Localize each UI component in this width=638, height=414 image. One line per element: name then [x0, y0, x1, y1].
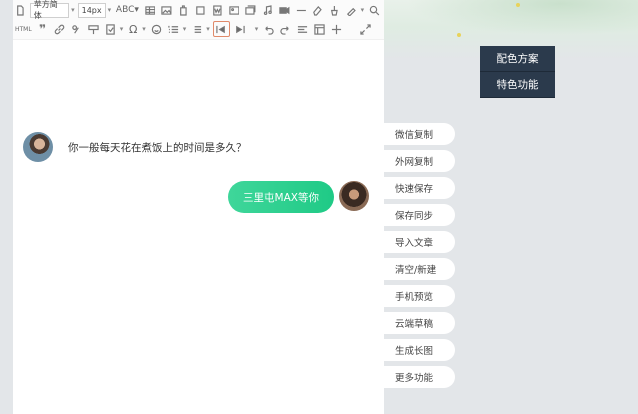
quote-icon[interactable]: ❞ — [36, 21, 50, 37]
abc-label: ABC — [115, 5, 135, 15]
toolbar-row-1: 苹方简体 ▾ 14px ▾ ABC ▾ ▾ — [13, 0, 384, 20]
chevron-down-icon[interactable]: ▾ — [71, 6, 75, 14]
brush-icon[interactable] — [327, 2, 342, 18]
chat-answer-bubble: 三里屯MAX等你 — [228, 181, 334, 213]
gallery-icon[interactable] — [243, 2, 258, 18]
clear-new-button[interactable]: 清空/新建 — [384, 258, 455, 280]
chevron-down-icon[interactable]: ▾ — [142, 25, 146, 33]
import-article-button[interactable]: 导入文章 — [384, 231, 455, 253]
fullscreen-icon[interactable] — [358, 21, 373, 37]
move-icon[interactable] — [329, 21, 344, 37]
more-features-button[interactable]: 更多功能 — [384, 366, 455, 388]
scheme-panel: 配色方案 特色功能 — [480, 46, 555, 98]
editor-panel[interactable]: 苹方简体 ▾ 14px ▾ ABC ▾ ▾ HTML ❞ ▾ Ω ▾ ▾ ▾ ▾… — [13, 0, 384, 414]
external-copy-button[interactable]: 外网复制 — [384, 150, 455, 172]
layout-icon[interactable] — [312, 21, 327, 37]
html-label: HTML — [15, 25, 32, 33]
new-document-icon[interactable] — [13, 2, 28, 18]
horizontal-rule-icon[interactable] — [294, 2, 309, 18]
chevron-down-icon[interactable]: ▾ — [120, 25, 124, 33]
editor-toolbar: 苹方简体 ▾ 14px ▾ ABC ▾ ▾ HTML ❞ ▾ Ω ▾ ▾ ▾ ▾ — [13, 0, 384, 40]
toolbar-row-2: HTML ❞ ▾ Ω ▾ ▾ ▾ ▾ — [13, 20, 375, 38]
chat-preview: 你一般每天花在煮饭上的时间是多久？ 三里屯MAX等你 — [13, 40, 384, 414]
mobile-preview-button[interactable]: 手机预览 — [384, 285, 455, 307]
font-family-select[interactable]: 苹方简体 — [29, 0, 70, 20]
source-code-button[interactable]: HTML — [13, 21, 34, 37]
emoji-icon[interactable] — [149, 21, 164, 37]
special-features-button[interactable]: 特色功能 — [480, 72, 555, 98]
music-icon[interactable] — [260, 2, 275, 18]
picture-icon[interactable] — [227, 2, 242, 18]
wechat-copy-button[interactable]: 微信复制 — [384, 123, 455, 145]
avatar — [23, 132, 53, 162]
font-size-select[interactable]: 14px — [77, 2, 106, 18]
unordered-list-icon[interactable] — [189, 21, 204, 37]
sticker-icon[interactable] — [193, 2, 208, 18]
chevron-down-icon[interactable]: ▾ — [183, 25, 187, 33]
spellcheck-button[interactable]: ABC ▾ — [114, 2, 141, 18]
indent-left-icon[interactable] — [212, 21, 230, 37]
link-icon[interactable] — [52, 21, 67, 37]
undo-icon[interactable] — [261, 21, 276, 37]
left-gutter — [0, 0, 13, 414]
align-icon[interactable] — [295, 21, 310, 37]
avatar — [339, 181, 369, 211]
table-icon[interactable] — [143, 2, 158, 18]
side-menu: 微信复制 外网复制 快速保存 保存同步 导入文章 清空/新建 手机预览 云端草稿… — [384, 123, 455, 393]
chat-question: 你一般每天花在煮饭上的时间是多久？ — [68, 142, 247, 154]
format-painter-icon[interactable] — [69, 21, 84, 37]
paste-icon[interactable] — [176, 2, 191, 18]
ordered-list-icon[interactable] — [166, 21, 181, 37]
scenery-haze — [380, 0, 638, 40]
video-icon[interactable] — [277, 2, 292, 18]
decor-dot — [457, 33, 461, 37]
chevron-down-icon[interactable]: ▾ — [206, 25, 210, 33]
cloud-draft-button[interactable]: 云端草稿 — [384, 312, 455, 334]
template-icon[interactable] — [103, 21, 118, 37]
save-sync-button[interactable]: 保存同步 — [384, 204, 455, 226]
font-family-value: 苹方简体 — [33, 0, 58, 20]
omega-icon[interactable]: Ω — [126, 21, 140, 37]
eraser-icon[interactable] — [310, 2, 325, 18]
indent-right-icon[interactable] — [232, 21, 247, 37]
color-scheme-button[interactable]: 配色方案 — [480, 46, 555, 72]
long-image-button[interactable]: 生成长图 — [384, 339, 455, 361]
font-size-value: 14px — [81, 5, 102, 15]
color-picker-icon[interactable] — [344, 2, 359, 18]
chevron-down-icon[interactable]: ▾ — [255, 25, 259, 33]
highlight-icon[interactable] — [86, 21, 101, 37]
chevron-down-icon[interactable]: ▾ — [108, 6, 112, 14]
word-import-icon[interactable] — [210, 2, 225, 18]
redo-icon[interactable] — [278, 21, 293, 37]
decor-dot — [516, 3, 520, 7]
quick-save-button[interactable]: 快速保存 — [384, 177, 455, 199]
image-icon[interactable] — [159, 2, 174, 18]
zoom-icon[interactable] — [367, 2, 382, 18]
chevron-down-icon[interactable]: ▾ — [361, 6, 365, 14]
